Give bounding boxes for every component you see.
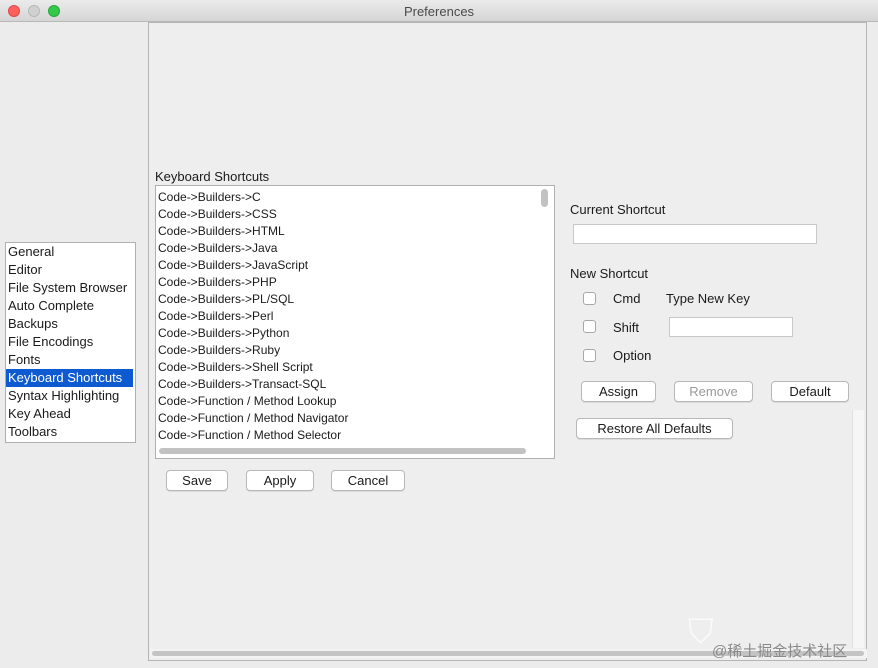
category-item-general[interactable]: General [6, 243, 135, 261]
category-item-syntax-highlighting[interactable]: Syntax Highlighting [6, 387, 135, 405]
keyboard-shortcuts-label: Keyboard Shortcuts [155, 169, 270, 184]
default-button[interactable]: Default [771, 381, 849, 402]
shortcut-list-item[interactable]: Code->Builders->HTML [158, 223, 348, 240]
shortcut-list-item[interactable]: Code->Builders->PHP [158, 274, 348, 291]
new-shortcut-label: New Shortcut [570, 266, 649, 281]
category-item-fonts[interactable]: Fonts [6, 351, 135, 369]
shortcut-list-item[interactable]: Code->Builders->Transact-SQL [158, 376, 348, 393]
assign-button[interactable]: Assign [581, 381, 656, 402]
category-list[interactable]: General Editor File System Browser Auto … [5, 242, 136, 443]
shortcut-list-item[interactable]: Code->Builders->JavaScript [158, 257, 348, 274]
cmd-checkbox[interactable] [583, 292, 596, 305]
shortcut-list-item[interactable]: Code->Builders->CSS [158, 206, 348, 223]
shortcut-list-item[interactable]: Code->Function / Method Selector [158, 427, 348, 444]
shortcut-list-item[interactable]: Code->Builders->Java [158, 240, 348, 257]
watermark-text: @稀土掘金技术社区 [712, 643, 848, 660]
apply-button[interactable]: Apply [246, 470, 314, 491]
cmd-label: Cmd [613, 291, 641, 306]
shortcut-list-vertical-scroll-thumb[interactable] [541, 189, 548, 207]
shortcut-list-item[interactable]: Code->Function / Method Lookup [158, 393, 348, 410]
category-item-toolbars[interactable]: Toolbars [6, 423, 135, 441]
category-item-auto-complete[interactable]: Auto Complete [6, 297, 135, 315]
shortcut-list[interactable]: Code->Builders->C Code->Builders->CSS Code… [155, 185, 555, 459]
option-label: Option [613, 348, 652, 363]
shortcut-list-item[interactable]: Code->Builders->Ruby [158, 342, 348, 359]
watermark: ⛉ @稀土掘金技术社区 [688, 612, 874, 662]
current-shortcut-label: Current Shortcut [570, 202, 666, 217]
shield-logo-icon: ⛉ [688, 613, 714, 651]
title-bar: Preferences [0, 0, 878, 22]
shortcut-list-item[interactable]: Code->Builders->Python [158, 325, 348, 342]
category-item-backups[interactable]: Backups [6, 315, 135, 333]
category-item-editor[interactable]: Editor [6, 261, 135, 279]
category-item-key-ahead[interactable]: Key Ahead [6, 405, 135, 423]
shortcut-list-horizontal-scroll-thumb[interactable] [159, 448, 526, 454]
category-item-keyboard-shortcuts[interactable]: Keyboard Shortcuts [6, 369, 133, 387]
save-button[interactable]: Save [166, 470, 228, 491]
shortcut-list-item[interactable]: Code->Function / Method Navigator [158, 410, 348, 427]
cancel-button[interactable]: Cancel [331, 470, 405, 491]
shortcut-list-item[interactable]: Code->Builders->Shell Script [158, 359, 348, 376]
shortcut-list-item[interactable]: Code->Builders->C [158, 189, 348, 206]
shortcut-list-item[interactable]: Code->Builders->Perl [158, 308, 348, 325]
current-shortcut-field[interactable] [573, 224, 817, 244]
option-checkbox[interactable] [583, 349, 596, 362]
category-item-file-system-browser[interactable]: File System Browser [6, 279, 135, 297]
category-item-file-encodings[interactable]: File Encodings [6, 333, 135, 351]
window-title: Preferences [403, 4, 475, 19]
new-key-field[interactable] [669, 317, 793, 337]
shift-label: Shift [613, 320, 640, 335]
shortcut-list-item[interactable]: Code->Builders->PL/SQL [158, 291, 348, 308]
restore-all-defaults-button[interactable]: Restore All Defaults [576, 418, 733, 439]
type-new-key-label: Type New Key [666, 291, 750, 306]
shift-checkbox[interactable] [583, 320, 596, 333]
remove-button[interactable]: Remove [674, 381, 753, 402]
